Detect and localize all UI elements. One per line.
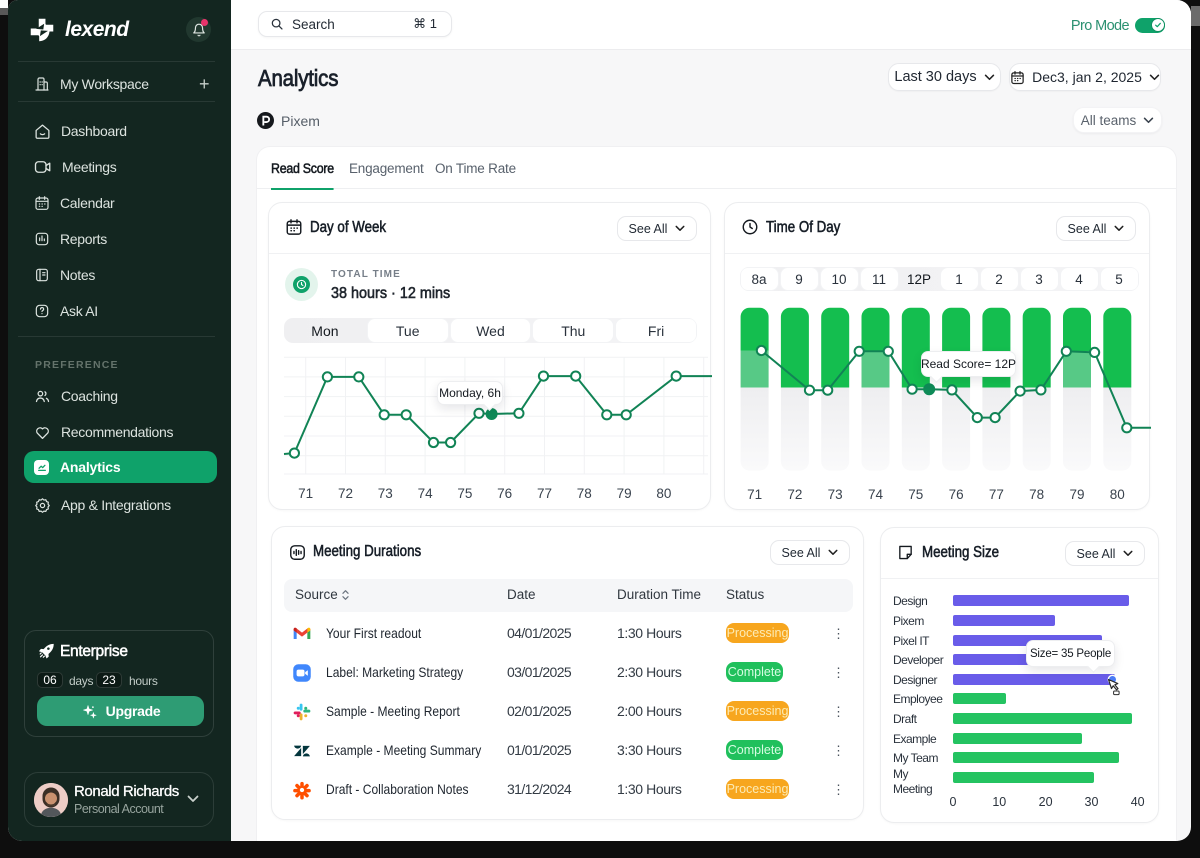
svg-text:40: 40	[1131, 795, 1145, 809]
svg-text:Design: Design	[893, 594, 927, 608]
svg-text:74: 74	[418, 486, 434, 501]
svg-text:75: 75	[457, 486, 472, 501]
svg-text:Pixem: Pixem	[893, 614, 924, 628]
svg-text:80: 80	[656, 486, 671, 501]
svg-text:79: 79	[1069, 487, 1084, 502]
svg-text:72: 72	[338, 486, 353, 501]
svg-text:74: 74	[868, 487, 884, 502]
svg-text:76: 76	[949, 487, 964, 502]
svg-text:0: 0	[950, 795, 957, 809]
svg-text:76: 76	[497, 486, 512, 501]
svg-text:77: 77	[989, 487, 1004, 502]
svg-text:75: 75	[908, 487, 923, 502]
svg-text:79: 79	[617, 486, 632, 501]
svg-text:Developer: Developer	[893, 653, 944, 667]
svg-text:Meeting: Meeting	[893, 782, 932, 796]
svg-text:80: 80	[1110, 487, 1125, 502]
svg-text:30: 30	[1085, 795, 1099, 809]
svg-text:Example: Example	[893, 732, 937, 746]
svg-text:71: 71	[298, 486, 313, 501]
svg-text:73: 73	[378, 486, 393, 501]
svg-text:73: 73	[828, 487, 843, 502]
svg-text:78: 78	[577, 486, 592, 501]
svg-text:My Team: My Team	[893, 751, 938, 765]
svg-text:My: My	[893, 767, 908, 781]
svg-text:10: 10	[992, 795, 1006, 809]
svg-text:77: 77	[537, 486, 552, 501]
svg-text:Pixel IT: Pixel IT	[893, 634, 930, 648]
svg-text:Designer: Designer	[893, 673, 938, 687]
svg-text:78: 78	[1029, 487, 1044, 502]
svg-text:Employee: Employee	[893, 692, 943, 706]
svg-text:Draft: Draft	[893, 712, 918, 726]
svg-text:71: 71	[747, 487, 762, 502]
svg-text:72: 72	[787, 487, 802, 502]
svg-text:20: 20	[1039, 795, 1053, 809]
